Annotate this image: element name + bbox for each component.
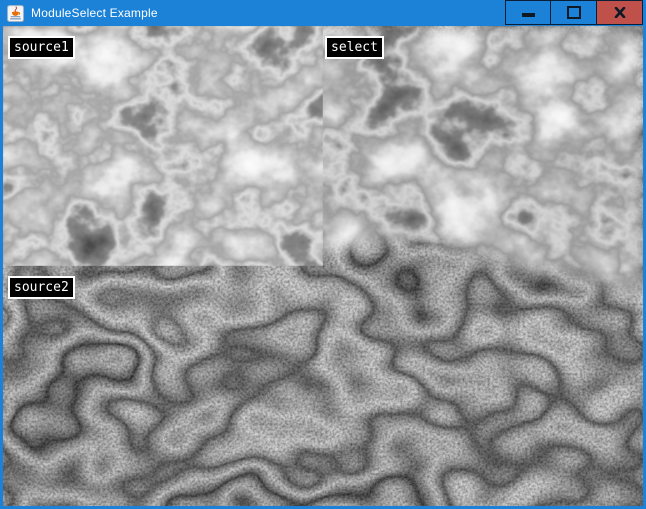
source2-view	[3, 266, 323, 506]
render-area: source1 select source2	[3, 26, 643, 506]
source1-view	[3, 26, 323, 266]
source2-label: source2	[8, 276, 75, 299]
java-app-icon	[7, 5, 24, 22]
maximize-icon	[567, 6, 581, 19]
minimize-icon	[522, 13, 535, 17]
window-controls	[505, 0, 643, 25]
source1-label: source1	[8, 36, 75, 59]
close-icon	[614, 7, 626, 18]
close-button[interactable]	[597, 0, 643, 25]
titlebar[interactable]: ModuleSelect Example	[0, 0, 646, 26]
window-title: ModuleSelect Example	[31, 6, 158, 20]
maximize-button[interactable]	[551, 0, 597, 25]
minimize-button[interactable]	[505, 0, 551, 25]
app-window: ModuleSelect Example	[0, 0, 646, 509]
select-view	[323, 26, 643, 506]
select-label: select	[325, 36, 384, 59]
